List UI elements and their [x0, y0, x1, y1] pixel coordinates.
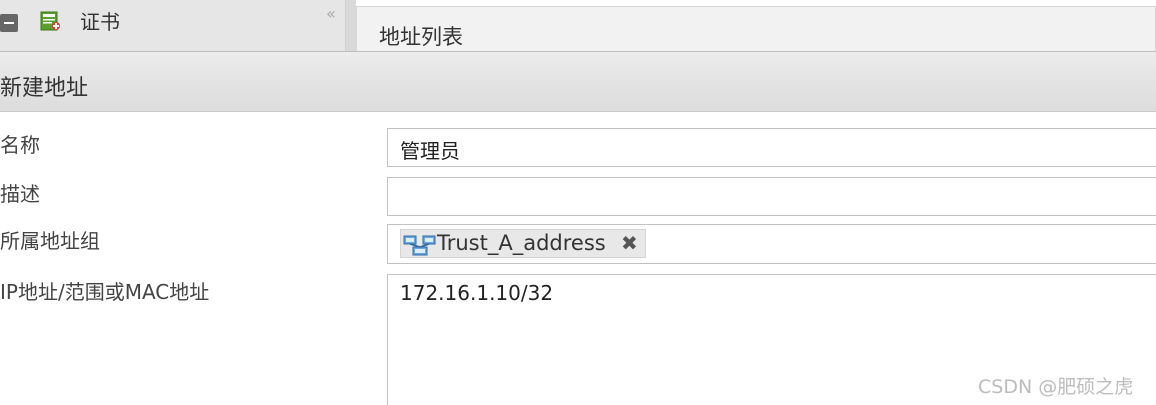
dialog-header[interactable]: 新建地址 — [0, 51, 1156, 112]
sidebar-item-certificate[interactable]: 证书 — [80, 6, 120, 35]
double-chevron-left-icon[interactable]: « — [326, 4, 336, 23]
description-field[interactable] — [387, 177, 1156, 216]
description-label: 描述 — [0, 182, 40, 206]
screen: { "sidebar": { "item_label": "证书", "item… — [0, 0, 1156, 405]
network-group-icon — [403, 235, 436, 256]
remove-tag-close-icon[interactable]: ✖ — [621, 231, 638, 255]
certificate-icon — [40, 11, 60, 31]
watermark: CSDN @肥硕之虎 — [978, 376, 1134, 398]
address-group-tag-label: Trust_A_address — [437, 231, 606, 255]
new-address-dialog: 新建地址 名称 管理员 描述 所属地址组 Trust_A_address ✖ I… — [0, 51, 1156, 405]
name-value: 管理员 — [400, 139, 460, 163]
address-group-field[interactable]: Trust_A_address ✖ — [387, 224, 1156, 264]
panel-title: 地址列表 — [379, 25, 463, 49]
name-field[interactable]: 管理员 — [387, 128, 1156, 167]
name-label: 名称 — [0, 133, 40, 157]
ip-address-value: 172.16.1.10/32 — [400, 281, 554, 305]
address-group-label: 所属地址组 — [0, 229, 100, 253]
address-group-tag: Trust_A_address ✖ — [400, 229, 646, 258]
collapse-tree-button[interactable] — [0, 14, 18, 32]
dialog-title: 新建地址 — [0, 76, 89, 101]
ip-address-label: IP地址/范围或MAC地址 — [0, 280, 210, 304]
